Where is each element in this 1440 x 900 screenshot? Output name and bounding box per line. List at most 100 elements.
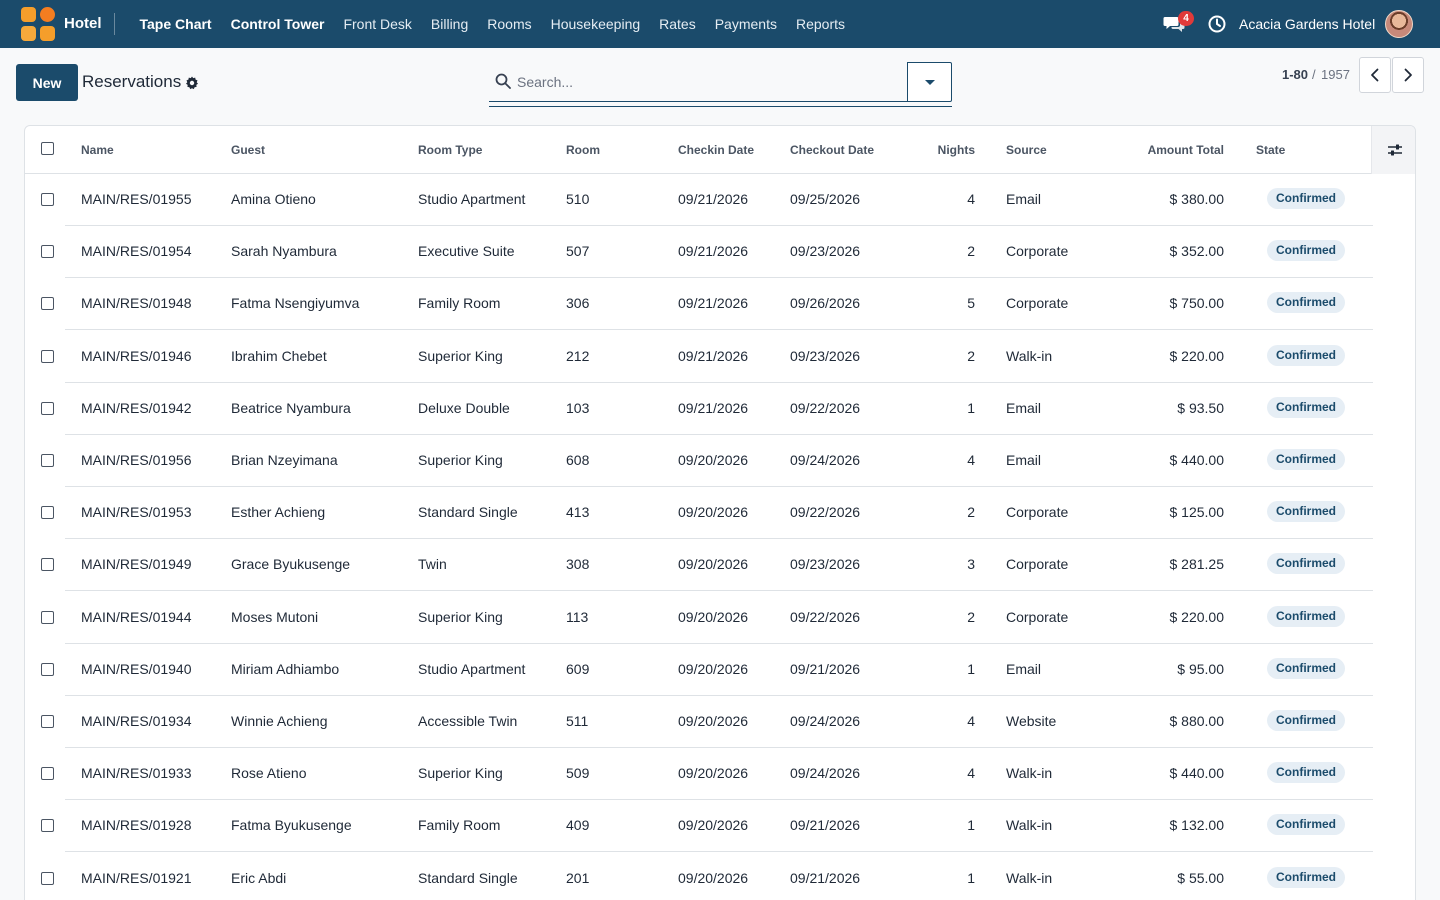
sliders-icon (1388, 144, 1402, 156)
cell-amount: $ 440.00 (1169, 765, 1225, 782)
search-panel (489, 62, 952, 108)
cell-source: Email (1006, 660, 1042, 677)
search-options-toggle[interactable] (907, 62, 952, 102)
cell-name: MAIN/RES/01955 (81, 191, 192, 207)
row-checkbox[interactable] (41, 558, 54, 572)
cell-guest: Fatma Nsengiyumva (231, 295, 360, 312)
cell-room: 608 (566, 452, 590, 468)
table-row[interactable]: MAIN/RES/01949 Grace Byukusenge Twin 308 09/… (25, 539, 1415, 592)
col-checkout[interactable]: Checkout Date (790, 143, 874, 157)
status-badge: Confirmed (1267, 762, 1345, 784)
row-checkbox[interactable] (41, 819, 54, 833)
row-checkbox[interactable] (41, 297, 54, 311)
table-row[interactable]: MAIN/RES/01946 Ibrahim Chebet Superior Kin… (25, 331, 1415, 383)
cell-name: MAIN/RES/01949 (81, 556, 192, 573)
col-amount[interactable]: Amount Total (1125, 143, 1224, 157)
col-nights[interactable]: Nights (905, 143, 975, 157)
row-checkbox[interactable] (41, 349, 54, 363)
row-checkbox[interactable] (41, 506, 54, 520)
table-row[interactable]: MAIN/RES/01942 Beatrice Nyambura Deluxe Do… (25, 383, 1415, 435)
cell-nights: 1 (967, 817, 975, 834)
table-row[interactable]: MAIN/RES/01921 Eric Abdi Standard Single 20… (25, 853, 1415, 900)
status-badge: Confirmed (1267, 866, 1345, 888)
app-name[interactable]: Hotel (64, 15, 102, 32)
cell-checkout: 09/26/2026 (790, 295, 861, 312)
table-row[interactable]: MAIN/RES/01955 Amina Otieno Studio Apartme… (25, 174, 1415, 226)
main-menu: Tape Chart Control Tower Front Desk Bill… (130, 0, 855, 48)
menu-housekeeping[interactable]: Housekeeping (541, 16, 650, 32)
row-checkbox[interactable] (41, 610, 54, 624)
cell-guest: Fatma Byukusenge (231, 817, 352, 834)
cell-room: 413 (566, 504, 590, 521)
cell-nights: 4 (967, 452, 975, 468)
search-icon (495, 73, 511, 89)
col-room-type[interactable]: Room Type (418, 143, 482, 157)
app-logo-icon[interactable] (21, 7, 55, 41)
cell-name: MAIN/RES/01940 (81, 660, 192, 677)
pager-total: 1957 (1321, 67, 1350, 82)
menu-payments[interactable]: Payments (705, 16, 786, 32)
row-checkbox[interactable] (41, 454, 54, 467)
cell-guest: Beatrice Nyambura (231, 399, 351, 416)
cell-guest: Amina Otieno (231, 191, 316, 207)
col-checkin[interactable]: Checkin Date (678, 143, 754, 157)
table-row[interactable]: MAIN/RES/01940 Miriam Adhiambo Studio Apar… (25, 644, 1415, 696)
cell-amount: $ 125.00 (1169, 504, 1225, 521)
table-row[interactable]: MAIN/RES/01933 Rose Atieno Superior King 50… (25, 748, 1415, 801)
table-row[interactable]: MAIN/RES/01928 Fatma Byukusenge Family Roo… (25, 800, 1415, 853)
gear-icon[interactable] (185, 76, 199, 90)
menu-front-desk[interactable]: Front Desk (334, 16, 421, 32)
col-name[interactable]: Name (81, 143, 114, 157)
pager-value[interactable]: 1-80 (1282, 67, 1308, 82)
col-source[interactable]: Source (1006, 143, 1047, 157)
menu-reports[interactable]: Reports (786, 16, 854, 32)
cell-checkin: 09/20/2026 (678, 660, 749, 677)
cell-checkout: 09/23/2026 (790, 347, 861, 364)
menu-control-tower[interactable]: Control Tower (221, 16, 334, 32)
pager-next-button[interactable] (1392, 57, 1424, 93)
company-switcher[interactable]: Acacia Gardens Hotel (1239, 16, 1375, 32)
row-checkbox[interactable] (41, 767, 54, 781)
row-checkbox[interactable] (41, 245, 54, 259)
cell-amount: $ 220.00 (1169, 347, 1225, 364)
optional-columns-toggle[interactable] (1371, 126, 1415, 174)
status-badge: Confirmed (1267, 710, 1345, 731)
col-guest[interactable]: Guest (231, 143, 265, 157)
row-checkbox[interactable] (41, 715, 54, 728)
new-button[interactable]: New (16, 64, 78, 101)
cell-checkin: 09/20/2026 (678, 556, 749, 573)
menu-billing[interactable]: Billing (421, 16, 477, 32)
chat-count-badge: 4 (1178, 11, 1194, 26)
menu-rates[interactable]: Rates (650, 16, 706, 32)
table-row[interactable]: MAIN/RES/01953 Esther Achieng Standard Sin… (25, 487, 1415, 540)
table-row[interactable]: MAIN/RES/01944 Moses Mutoni Superior King 1… (25, 592, 1415, 644)
menu-tape-chart[interactable]: Tape Chart (130, 16, 221, 32)
cell-nights: 1 (967, 660, 975, 677)
table-row[interactable]: MAIN/RES/01934 Winnie Achieng Accessible T… (25, 696, 1415, 748)
search-underline (489, 106, 952, 107)
col-state[interactable]: State (1256, 143, 1285, 157)
cell-checkout: 09/22/2026 (790, 608, 861, 625)
cell-checkout: 09/21/2026 (790, 817, 861, 834)
search-input[interactable] (517, 71, 897, 93)
cell-checkin: 09/20/2026 (678, 504, 749, 521)
table-row[interactable]: MAIN/RES/01948 Fatma Nsengiyumva Family Ro… (25, 278, 1415, 331)
clock-icon[interactable] (1208, 15, 1226, 33)
user-avatar[interactable] (1385, 10, 1413, 38)
cell-checkin: 09/21/2026 (678, 243, 749, 260)
cell-source: Corporate (1006, 504, 1069, 521)
row-checkbox[interactable] (41, 401, 54, 415)
row-checkbox[interactable] (41, 871, 54, 885)
row-checkbox[interactable] (41, 662, 54, 676)
menu-rooms[interactable]: Rooms (478, 16, 541, 32)
table-row[interactable]: MAIN/RES/01954 Sarah Nyambura Executive Su… (25, 226, 1415, 279)
cell-room-type: Executive Suite (418, 243, 515, 260)
cell-name: MAIN/RES/01954 (81, 243, 192, 260)
col-room[interactable]: Room (566, 143, 600, 157)
row-checkbox[interactable] (41, 193, 54, 206)
cell-name: MAIN/RES/01933 (81, 765, 192, 782)
pager-previous-button[interactable] (1359, 57, 1391, 93)
table-row[interactable]: MAIN/RES/01956 Brian Nzeyimana Superior Ki… (25, 435, 1415, 487)
cell-checkout: 09/25/2026 (790, 191, 861, 207)
select-all-checkbox[interactable] (41, 142, 54, 155)
